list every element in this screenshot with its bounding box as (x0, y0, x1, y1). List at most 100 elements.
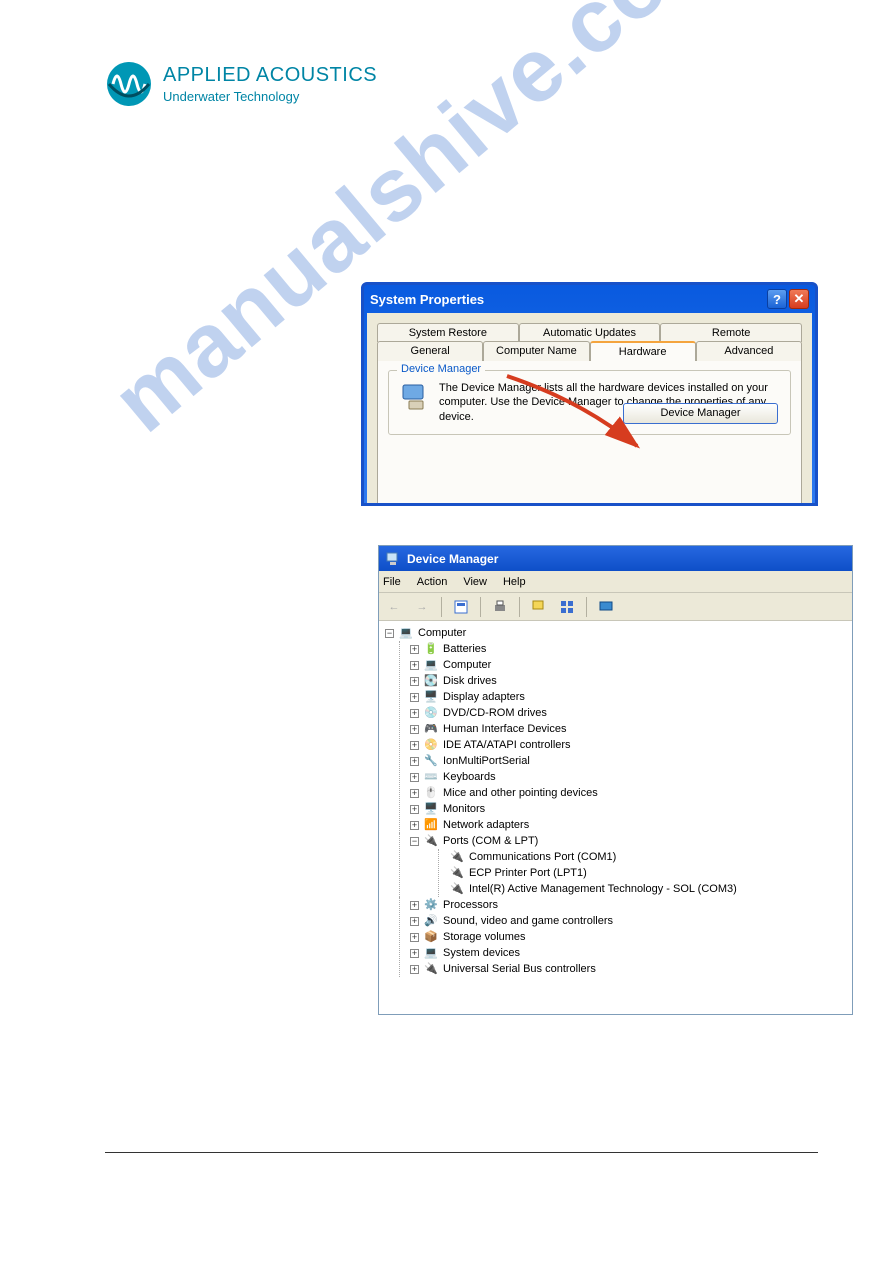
port-icon: 🔌 (449, 849, 465, 865)
device-icon: 🎮 (423, 721, 439, 737)
expand-icon[interactable]: + (410, 901, 419, 910)
system-properties-window: System Properties ? ✕ System Restore Aut… (361, 282, 818, 506)
tree-node[interactable]: +💽Disk drives (410, 673, 846, 689)
device-tree: − 💻 Computer +🔋Batteries+💻Computer+💽Disk… (379, 621, 852, 981)
tab-general[interactable]: General (377, 341, 483, 361)
logo-subtitle: Underwater Technology (163, 89, 377, 104)
device-icon: 🔊 (423, 913, 439, 929)
tree-node[interactable]: +💻System devices (410, 945, 846, 961)
device-manager-icon (399, 381, 431, 413)
expand-icon[interactable]: + (410, 757, 419, 766)
brand-logo: APPLIED ACOUSTICS Underwater Technology (105, 60, 377, 108)
node-label: Universal Serial Bus controllers (443, 961, 596, 977)
node-label: Processors (443, 897, 498, 913)
tree-node[interactable]: +⚙️Processors (410, 897, 846, 913)
port-label: Communications Port (COM1) (469, 849, 616, 865)
expand-icon[interactable]: + (410, 645, 419, 654)
computer-icon: 💻 (398, 625, 414, 641)
monitor-icon[interactable] (597, 598, 615, 616)
expand-icon[interactable]: + (410, 933, 419, 942)
expand-icon[interactable]: + (410, 789, 419, 798)
grid-icon[interactable] (558, 598, 576, 616)
expand-icon[interactable]: + (410, 917, 419, 926)
menu-file[interactable]: File (383, 576, 401, 588)
tree-node[interactable]: +💿DVD/CD-ROM drives (410, 705, 846, 721)
menu-help[interactable]: Help (503, 576, 526, 588)
device-icon: 📀 (423, 737, 439, 753)
tree-node[interactable]: +⌨️Keyboards (410, 769, 846, 785)
expand-icon[interactable]: + (410, 773, 419, 782)
tab-automatic-updates[interactable]: Automatic Updates (519, 323, 661, 342)
device-icon: ⌨️ (423, 769, 439, 785)
collapse-icon[interactable]: − (410, 837, 419, 846)
expand-icon[interactable]: + (410, 661, 419, 670)
expand-icon[interactable]: + (410, 709, 419, 718)
tree-node[interactable]: + 🔌Universal Serial Bus controllers (410, 961, 846, 977)
tab-computer-name[interactable]: Computer Name (483, 341, 589, 361)
close-button[interactable]: ✕ (789, 289, 809, 309)
node-label: Computer (443, 657, 491, 673)
device-icon: 📶 (423, 817, 439, 833)
expand-icon[interactable]: + (410, 965, 419, 974)
help-button[interactable]: ? (767, 289, 787, 309)
tree-node[interactable]: +🔋Batteries (410, 641, 846, 657)
tree-node[interactable]: +📀IDE ATA/ATAPI controllers (410, 737, 846, 753)
tree-node[interactable]: +🔊Sound, video and game controllers (410, 913, 846, 929)
tree-node[interactable]: + 🖥️Monitors (410, 801, 846, 817)
page-footer: Easytrak Nexus 82 (105, 1169, 818, 1183)
port-item[interactable]: 🔌Intel(R) Active Management Technology -… (449, 881, 846, 897)
expand-icon[interactable]: + (410, 949, 419, 958)
print-icon[interactable] (491, 598, 509, 616)
document-body: This section describes some of the basic… (105, 165, 818, 241)
tree-node-ports[interactable]: − 🔌 Ports (COM & LPT) (410, 833, 846, 849)
scan-icon[interactable] (530, 598, 548, 616)
device-icon: 📦 (423, 929, 439, 945)
devmgr-titlebar[interactable]: Device Manager (379, 546, 852, 571)
tree-node[interactable]: +📦Storage volumes (410, 929, 846, 945)
device-icon: 🔋 (423, 641, 439, 657)
device-icon: 🖥️ (423, 801, 439, 817)
port-item[interactable]: 🔌ECP Printer Port (LPT1) (449, 865, 846, 881)
tree-node[interactable]: + 🔧IonMultiPortSerial (410, 753, 846, 769)
device-icon: 🔌 (423, 961, 439, 977)
forward-icon[interactable]: → (413, 598, 431, 616)
device-manager-button[interactable]: Device Manager (623, 403, 778, 424)
tree-node[interactable]: +📶Network adapters (410, 817, 846, 833)
port-icon: 🔌 (449, 881, 465, 897)
device-icon: 💻 (423, 657, 439, 673)
tab-system-restore[interactable]: System Restore (377, 323, 519, 342)
node-label: Human Interface Devices (443, 721, 567, 737)
footer-left: Easytrak Nexus (105, 1169, 189, 1183)
collapse-icon[interactable]: − (385, 629, 394, 638)
node-label: Monitors (443, 801, 485, 817)
tab-remote[interactable]: Remote (660, 323, 802, 342)
node-label: IonMultiPortSerial (443, 753, 530, 769)
device-icon: 🔧 (423, 753, 439, 769)
expand-icon[interactable]: + (410, 693, 419, 702)
menu-view[interactable]: View (463, 576, 487, 588)
device-manager-window: Device Manager File Action View Help ← →… (378, 545, 853, 1015)
tree-node[interactable]: +🖥️Display adapters (410, 689, 846, 705)
root-label: Computer (418, 625, 466, 641)
properties-icon[interactable] (452, 598, 470, 616)
tree-node[interactable]: + 🎮Human Interface Devices (410, 721, 846, 737)
intro-paragraph-2: Select Device Manager from System Proper… (105, 223, 818, 241)
port-icon: 🔌 (423, 833, 439, 849)
tab-hardware[interactable]: Hardware (590, 341, 696, 361)
tree-node[interactable]: + 💻Computer (410, 657, 846, 673)
port-item[interactable]: 🔌Communications Port (COM1) (449, 849, 846, 865)
devmgr-menubar: File Action View Help (379, 571, 852, 593)
intro-paragraph-1: This section describes some of the basic… (105, 165, 818, 183)
expand-icon[interactable]: + (410, 741, 419, 750)
back-icon[interactable]: ← (385, 598, 403, 616)
window-titlebar[interactable]: System Properties ? ✕ (364, 285, 815, 313)
menu-action[interactable]: Action (417, 576, 448, 588)
expand-icon[interactable]: + (410, 805, 419, 814)
tab-advanced[interactable]: Advanced (696, 341, 802, 361)
expand-icon[interactable]: + (410, 677, 419, 686)
tree-root[interactable]: − 💻 Computer (385, 625, 846, 641)
device-manager-group: Device Manager The Device Manager lists … (388, 370, 791, 435)
expand-icon[interactable]: + (410, 821, 419, 830)
expand-icon[interactable]: + (410, 725, 419, 734)
tree-node[interactable]: +🖱️Mice and other pointing devices (410, 785, 846, 801)
